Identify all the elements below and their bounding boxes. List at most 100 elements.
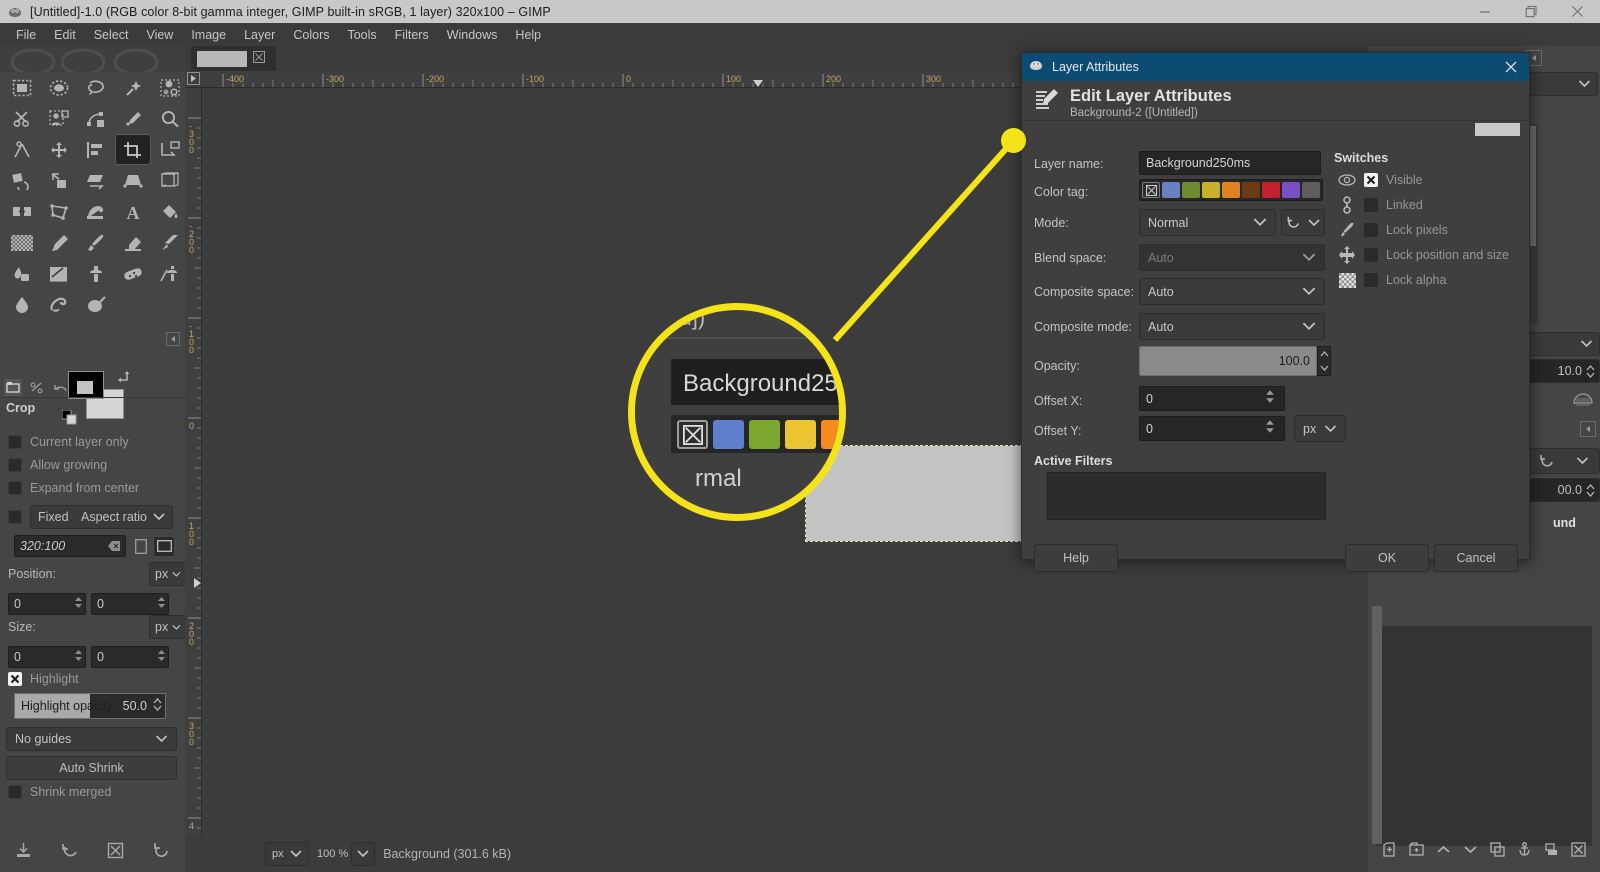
- tool-ink[interactable]: [4, 258, 40, 289]
- position-x-input[interactable]: 0: [8, 593, 86, 615]
- zoom-dropdown-button[interactable]: [351, 842, 376, 866]
- color-tag-gray[interactable]: [1302, 182, 1320, 198]
- checkbox[interactable]: [8, 481, 22, 495]
- blend-space-combo[interactable]: Auto: [1139, 244, 1325, 271]
- close-button[interactable]: [1554, 0, 1600, 23]
- brush-size-input[interactable]: 10.0: [1518, 359, 1600, 383]
- lower-layer-icon[interactable]: [1463, 842, 1478, 862]
- layer-opacity-stepper[interactable]: [1586, 483, 1595, 497]
- checkbox[interactable]: [8, 435, 22, 449]
- active-filters-list[interactable]: [1047, 472, 1326, 520]
- tool-fuzzy-select[interactable]: [115, 72, 151, 103]
- portrait-orientation-icon[interactable]: [132, 537, 149, 556]
- tool-text[interactable]: A: [115, 196, 151, 227]
- tool-bucket-fill[interactable]: [152, 196, 188, 227]
- switch-lock-position[interactable]: Lock position and size: [1338, 246, 1509, 264]
- highlight-opacity-slider[interactable]: Highlight opacity 50.0: [14, 693, 166, 719]
- offset-y-stepper[interactable]: [1265, 419, 1275, 434]
- menu-tools[interactable]: Tools: [338, 26, 385, 44]
- anchor-layer-icon[interactable]: [1517, 842, 1532, 862]
- tool-3d-transform[interactable]: [152, 165, 188, 196]
- color-tag-orange[interactable]: [1222, 182, 1240, 198]
- color-tag-violet[interactable]: [1282, 182, 1300, 198]
- new-layer-icon[interactable]: [1382, 842, 1397, 862]
- composite-mode-combo[interactable]: Auto: [1139, 313, 1325, 340]
- layer-name-input[interactable]: Background250ms: [1139, 151, 1321, 175]
- layer-opacity-input[interactable]: 00.0: [1528, 478, 1600, 502]
- ok-button[interactable]: OK: [1345, 544, 1429, 572]
- menu-select[interactable]: Select: [85, 26, 138, 44]
- layers-dock-menu-button[interactable]: [1580, 421, 1596, 437]
- reset-tool-options-icon[interactable]: [153, 842, 170, 864]
- position-y-input[interactable]: 0: [91, 593, 169, 615]
- tool-crop[interactable]: [115, 134, 151, 165]
- opacity-stepper[interactable]: [1317, 346, 1331, 376]
- tool-rect-select[interactable]: [4, 72, 40, 103]
- guides-combo[interactable]: No guides: [6, 727, 177, 751]
- delete-layer-icon[interactable]: [1571, 842, 1586, 862]
- auto-shrink-button[interactable]: Auto Shrink: [6, 756, 177, 780]
- clear-icon[interactable]: [108, 540, 121, 555]
- ruler-origin-button[interactable]: [187, 72, 200, 85]
- option-fixed-row[interactable]: Fixed Aspect ratio: [8, 505, 193, 529]
- menu-view[interactable]: View: [137, 26, 182, 44]
- checkbox[interactable]: [1364, 198, 1378, 212]
- tool-paths[interactable]: [78, 103, 114, 134]
- menu-layer[interactable]: Layer: [235, 26, 284, 44]
- tool-flip[interactable]: [4, 196, 40, 227]
- tool-pencil[interactable]: [41, 227, 77, 258]
- position-y-stepper[interactable]: [157, 596, 166, 609]
- image-tab-close-icon[interactable]: [253, 50, 265, 68]
- brush-size-combo[interactable]: [1518, 332, 1600, 356]
- color-tag-brown[interactable]: [1242, 182, 1260, 198]
- option-allow-growing[interactable]: Allow growing: [8, 458, 193, 472]
- color-tag-blue[interactable]: [1162, 182, 1180, 198]
- layers-list[interactable]: [1376, 626, 1592, 846]
- tab-device-status[interactable]: [28, 379, 46, 396]
- statusbar-zoom-combo[interactable]: 100 %: [317, 842, 376, 866]
- tool-mypaint-brush[interactable]: [41, 258, 77, 289]
- offset-x-stepper[interactable]: [1265, 389, 1275, 404]
- menu-windows[interactable]: Windows: [438, 26, 507, 44]
- composite-space-combo[interactable]: Auto: [1139, 278, 1325, 305]
- tool-clone[interactable]: [78, 258, 114, 289]
- tool-eraser[interactable]: [115, 227, 151, 258]
- menu-image[interactable]: Image: [182, 26, 235, 44]
- mode-combo[interactable]: Normal: [1139, 209, 1276, 236]
- tool-gradient[interactable]: [4, 227, 40, 258]
- menu-edit[interactable]: Edit: [45, 26, 85, 44]
- layers-scrollbar[interactable]: [1370, 606, 1384, 866]
- checkbox[interactable]: [8, 785, 22, 799]
- raise-layer-icon[interactable]: [1436, 842, 1451, 862]
- tool-warp-transform[interactable]: [78, 196, 114, 227]
- offset-x-input[interactable]: 0: [1139, 386, 1285, 411]
- tool-airbrush[interactable]: [152, 227, 188, 258]
- dock-menu-button[interactable]: [166, 332, 180, 346]
- tool-heal[interactable]: [115, 258, 151, 289]
- tab-images[interactable]: [76, 379, 94, 396]
- size-height-stepper[interactable]: [157, 649, 166, 662]
- restore-tool-preset-icon[interactable]: [61, 842, 78, 864]
- highlight-opacity-stepper[interactable]: [153, 698, 162, 711]
- aspect-ratio-input[interactable]: 320:100: [14, 535, 126, 557]
- checkbox[interactable]: [1364, 248, 1378, 262]
- menu-help[interactable]: Help: [506, 26, 550, 44]
- tab-tool-options[interactable]: [4, 379, 22, 396]
- tool-measure[interactable]: [4, 134, 40, 165]
- new-layer-group-icon[interactable]: [1409, 842, 1424, 862]
- tool-ellipse-select[interactable]: [41, 72, 77, 103]
- fixed-aspect-combo[interactable]: Fixed Aspect ratio: [30, 505, 173, 529]
- size-width-input[interactable]: 0: [8, 646, 86, 668]
- tool-paintbrush[interactable]: [78, 227, 114, 258]
- highlight-opacity-row[interactable]: Highlight opacity 50.0: [14, 693, 199, 719]
- pattern-preview-icon[interactable]: [1572, 389, 1594, 414]
- switch-visible[interactable]: Visible: [1338, 171, 1423, 189]
- tool-shear[interactable]: [78, 165, 114, 196]
- vertical-ruler[interactable]: -300-200-10001002003004: [185, 88, 202, 836]
- position-x-stepper[interactable]: [74, 596, 83, 609]
- size-height-input[interactable]: 0: [91, 646, 169, 668]
- brush-size-stepper[interactable]: [1586, 364, 1595, 378]
- tool-perspective-clone[interactable]: [152, 258, 188, 289]
- option-expand-from-center[interactable]: Expand from center: [8, 481, 193, 495]
- offset-y-input[interactable]: 0: [1139, 416, 1285, 441]
